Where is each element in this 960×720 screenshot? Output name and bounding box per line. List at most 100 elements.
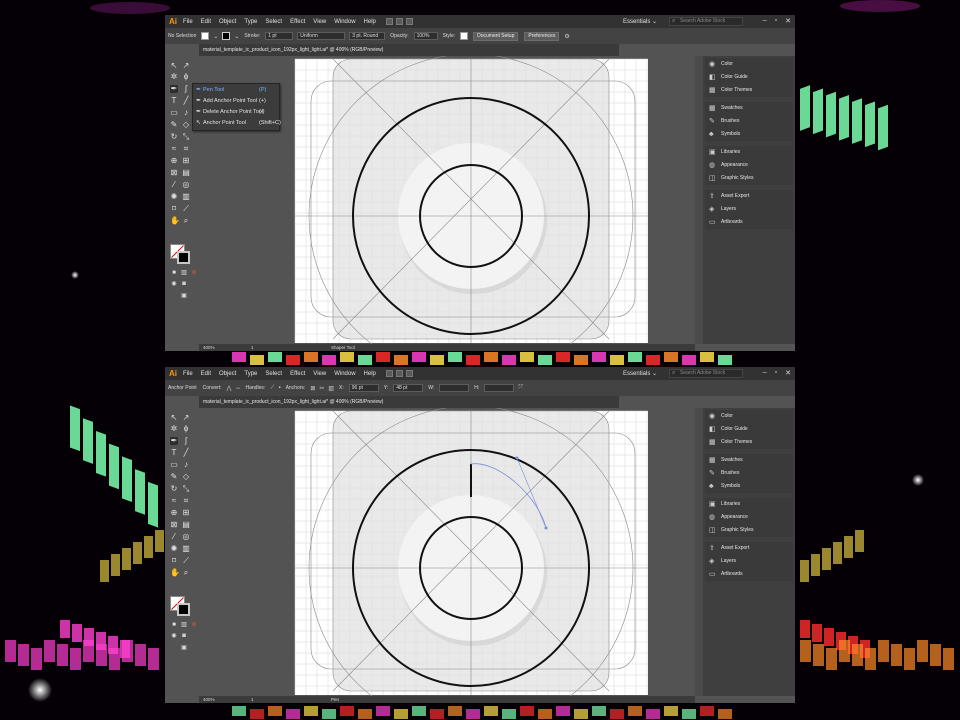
panel-layers[interactable]: ◈ Layers — [705, 555, 793, 568]
gradient-mode-icon[interactable]: ▥ — [180, 621, 188, 629]
menu-effect[interactable]: Effect — [290, 19, 305, 25]
stroke-color-swatch[interactable] — [222, 32, 231, 40]
line-tool-icon[interactable]: ╱ — [182, 97, 190, 105]
gradient-tool-icon[interactable]: ▤ — [182, 521, 190, 529]
canvas-area[interactable] — [199, 408, 695, 696]
menu-window[interactable]: Window — [334, 371, 355, 377]
menu-object[interactable]: Object — [219, 19, 236, 25]
lasso-tool-icon[interactable]: ϕ — [182, 425, 190, 433]
cut-path-icon[interactable]: ✂ — [319, 385, 324, 392]
bridge-icon[interactable] — [385, 370, 393, 377]
curvature-tool-icon[interactable]: ∫ — [182, 437, 190, 445]
panel-asset-export[interactable]: ⇪ Asset Export — [705, 542, 793, 555]
workspace-switcher[interactable]: Essentials ⌄ — [623, 18, 657, 25]
direct-selection-tool-icon[interactable]: ↗ — [182, 414, 190, 422]
width-tool-icon[interactable]: ≈ — [170, 497, 178, 505]
menu-effect[interactable]: Effect — [290, 371, 305, 377]
document-tab[interactable]: material_template_ic_product_icon_192px_… — [199, 44, 619, 56]
panel-layers[interactable]: ◈ Layers — [705, 203, 793, 216]
height-field[interactable] — [484, 384, 515, 392]
perspective-grid-tool-icon[interactable]: ⊞ — [182, 509, 190, 517]
brush-definition[interactable]: 3 pt. Round — [349, 32, 386, 40]
menu-window[interactable]: Window — [334, 19, 355, 25]
panel-color-themes[interactable]: ▦ Color Themes — [705, 84, 793, 97]
scale-tool-icon[interactable]: ⤡ — [182, 133, 190, 141]
pen-tool-icon[interactable]: ✒ — [170, 437, 178, 445]
workspace-switcher[interactable]: Essentials ⌄ — [623, 370, 657, 377]
rotate-tool-icon[interactable]: ↻ — [170, 133, 178, 141]
flyout-item-anchor-point[interactable]: ↖ Anchor Point Tool (Shift+C) — [193, 118, 281, 129]
stock-icon[interactable] — [395, 370, 403, 377]
bridge-icon[interactable] — [385, 18, 393, 25]
artboard-canvas[interactable] — [199, 408, 695, 696]
panel-color[interactable]: ◉ Color — [705, 410, 793, 423]
menu-view[interactable]: View — [313, 371, 326, 377]
panel-collapse-strip[interactable] — [695, 56, 703, 344]
stroke-weight-field[interactable]: 1 pt — [265, 32, 294, 40]
menu-type[interactable]: Type — [244, 19, 257, 25]
panel-brushes[interactable]: ✎ Brushes — [705, 467, 793, 480]
hide-handles-icon[interactable]: ▪ — [278, 385, 280, 391]
y-field[interactable]: 48 pt — [393, 384, 424, 392]
stroke-swatch[interactable] — [177, 603, 190, 616]
panel-symbols[interactable]: ♣ Symbols — [705, 480, 793, 493]
opacity-label[interactable]: Opacity: — [390, 33, 408, 39]
chevron-down-icon[interactable]: ⌄ — [213, 33, 218, 40]
preferences-button[interactable]: Preferences — [524, 31, 560, 41]
screen-mode-icon[interactable]: ▣ — [180, 292, 188, 300]
color-mode-icon[interactable]: ■ — [170, 621, 178, 629]
minimize-button[interactable]: – — [763, 17, 767, 25]
panel-brushes[interactable]: ✎ Brushes — [705, 115, 793, 128]
shaper-tool-icon[interactable]: ✎ — [170, 473, 178, 481]
menu-type[interactable]: Type — [244, 371, 257, 377]
graph-tool-icon[interactable]: ▥ — [182, 193, 190, 201]
width-field[interactable] — [439, 384, 470, 392]
eraser-tool-icon[interactable]: ◇ — [182, 121, 190, 129]
panel-libraries[interactable]: ▣ Libraries — [705, 146, 793, 159]
gradient-mode-icon[interactable]: ▥ — [180, 269, 188, 277]
color-mode-icon[interactable]: ■ — [170, 269, 178, 277]
flyout-item-pen-tool[interactable]: ✒ Pen Tool (P) — [193, 85, 279, 96]
panel-artboards[interactable]: ▭ Artboards — [705, 216, 793, 229]
free-transform-tool-icon[interactable]: ⌗ — [182, 497, 190, 505]
line-tool-icon[interactable]: ╱ — [182, 449, 190, 457]
curvature-tool-icon[interactable]: ∫ — [182, 85, 190, 93]
panel-libraries[interactable]: ▣ Libraries — [705, 498, 793, 511]
graphic-style-swatch[interactable] — [460, 32, 469, 40]
zoom-tool-icon[interactable]: ⌕ — [182, 217, 190, 225]
opacity-field[interactable]: 100% — [413, 32, 438, 40]
align-icon[interactable]: ▥ — [328, 385, 334, 392]
menu-select[interactable]: Select — [265, 371, 282, 377]
panel-appearance[interactable]: ◍ Appearance — [705, 511, 793, 524]
pen-tool-icon[interactable]: ✒ — [170, 85, 178, 93]
none-mode-icon[interactable]: ⊘ — [190, 621, 198, 629]
eraser-tool-icon[interactable]: ◇ — [182, 473, 190, 481]
chevron-down-icon[interactable]: ⌄ — [234, 33, 239, 40]
arrange-icon[interactable]: ⚙ — [564, 33, 569, 40]
panel-color-guide[interactable]: ◧ Color Guide — [705, 423, 793, 436]
menu-help[interactable]: Help — [364, 19, 376, 25]
zoom-tool-icon[interactable]: ⌕ — [182, 569, 190, 577]
maximize-button[interactable]: ▫ — [775, 369, 777, 377]
menu-object[interactable]: Object — [219, 371, 236, 377]
menu-file[interactable]: File — [183, 371, 193, 377]
menu-edit[interactable]: Edit — [201, 19, 211, 25]
mesh-tool-icon[interactable]: ⊠ — [170, 169, 178, 177]
hand-tool-icon[interactable]: ✋ — [170, 217, 180, 225]
selection-tool-icon[interactable]: ↖ — [170, 62, 178, 70]
panel-symbols[interactable]: ♣ Symbols — [705, 128, 793, 141]
stock-icon[interactable] — [395, 18, 403, 25]
transform-icon[interactable]: ⤧ — [518, 385, 523, 392]
perspective-grid-tool-icon[interactable]: ⊞ — [182, 157, 190, 165]
panel-color-guide[interactable]: ◧ Color Guide — [705, 71, 793, 84]
width-tool-icon[interactable]: ≈ — [170, 145, 178, 153]
type-tool-icon[interactable]: T — [170, 97, 178, 105]
scale-tool-icon[interactable]: ⤡ — [182, 485, 190, 493]
slice-tool-icon[interactable]: ⟋ — [182, 205, 190, 213]
type-tool-icon[interactable]: T — [170, 449, 178, 457]
artboard-number[interactable]: 1 — [251, 696, 254, 703]
x-field[interactable]: 96 pt — [348, 384, 379, 392]
minimize-button[interactable]: – — [763, 369, 767, 377]
panel-graphic-styles[interactable]: ◫ Graphic Styles — [705, 172, 793, 185]
panel-graphic-styles[interactable]: ◫ Graphic Styles — [705, 524, 793, 537]
